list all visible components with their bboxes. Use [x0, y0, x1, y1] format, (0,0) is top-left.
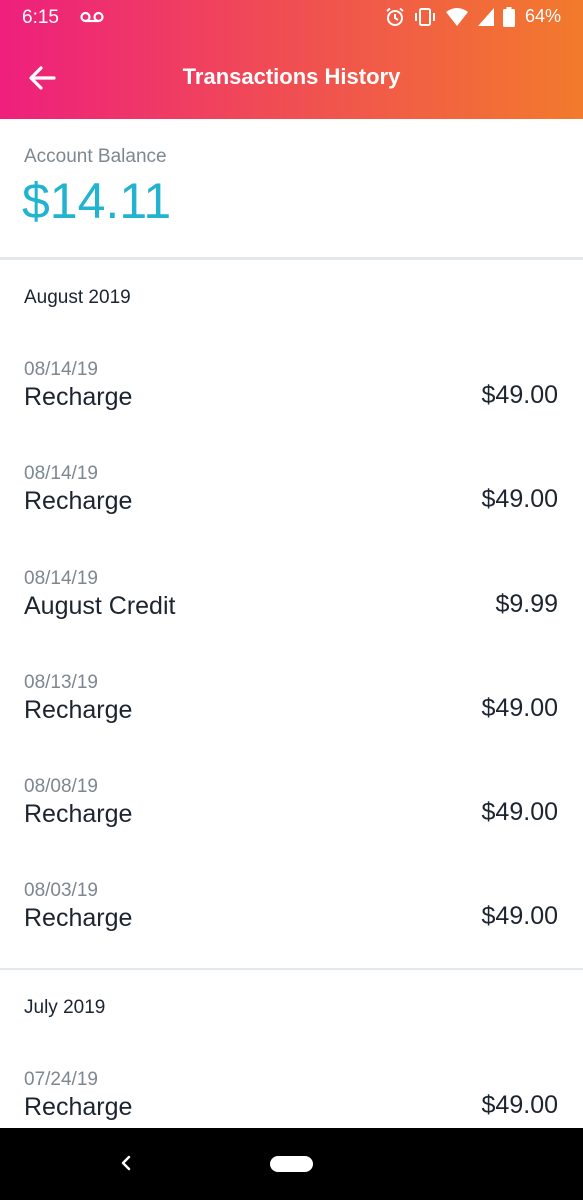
status-icons: 64%	[385, 6, 561, 27]
transaction-date: 08/13/19	[24, 672, 98, 693]
transaction-description: Recharge	[24, 696, 133, 724]
transaction-row[interactable]: 08/14/19 Recharge $49.00	[0, 463, 583, 543]
transaction-row[interactable]: 08/13/19 Recharge $49.00	[0, 672, 583, 752]
transaction-description: August Credit	[24, 592, 176, 620]
section-divider	[0, 968, 583, 970]
nav-back-icon[interactable]	[115, 1152, 137, 1174]
transaction-description: Recharge	[24, 383, 133, 411]
transaction-date: 08/14/19	[24, 568, 98, 589]
wifi-icon	[445, 7, 468, 26]
battery-percentage: 64%	[524, 6, 561, 26]
transaction-amount: $49.00	[481, 381, 558, 409]
transaction-row[interactable]: 08/14/19 Recharge $49.00	[0, 359, 583, 439]
voicemail-icon	[80, 11, 104, 23]
transaction-date: 08/03/19	[24, 880, 98, 901]
transaction-date: 08/14/19	[24, 359, 98, 380]
divider	[0, 257, 583, 260]
system-nav-bar	[0, 1128, 583, 1200]
transaction-description: Recharge	[24, 487, 133, 515]
transaction-amount: $49.00	[481, 1091, 558, 1119]
vibrate-icon	[414, 7, 435, 26]
transaction-date: 07/24/19	[24, 1069, 98, 1090]
transaction-row[interactable]: 08/14/19 August Credit $9.99	[0, 568, 583, 648]
transaction-row[interactable]: 08/03/19 Recharge $49.00	[0, 880, 583, 960]
signal-icon	[477, 7, 494, 26]
transaction-date: 08/14/19	[24, 463, 98, 484]
section-title-august-2019: August 2019	[24, 287, 131, 308]
status-bar: 6:15 64%	[0, 0, 583, 38]
transaction-row[interactable]: 08/08/19 Recharge $49.00	[0, 776, 583, 856]
transaction-amount: $49.00	[481, 485, 558, 513]
transaction-date: 08/08/19	[24, 776, 98, 797]
balance-label: Account Balance	[24, 146, 167, 167]
transaction-amount: $49.00	[481, 902, 558, 930]
transaction-amount: $9.99	[495, 590, 558, 618]
home-pill-button[interactable]	[270, 1156, 313, 1172]
battery-icon	[502, 6, 515, 27]
transaction-description: Recharge	[24, 1093, 133, 1121]
transaction-amount: $49.00	[481, 798, 558, 826]
transaction-description: Recharge	[24, 800, 133, 828]
transaction-description: Recharge	[24, 904, 133, 932]
balance-value: $14.11	[22, 173, 172, 229]
section-title-july-2019: July 2019	[24, 997, 106, 1018]
app-header: 6:15 64% Transactions History	[0, 0, 583, 119]
status-time: 6:15	[22, 7, 59, 28]
alarm-icon	[386, 7, 404, 26]
transaction-amount: $49.00	[481, 694, 558, 722]
page-title: Transactions History	[182, 64, 401, 89]
